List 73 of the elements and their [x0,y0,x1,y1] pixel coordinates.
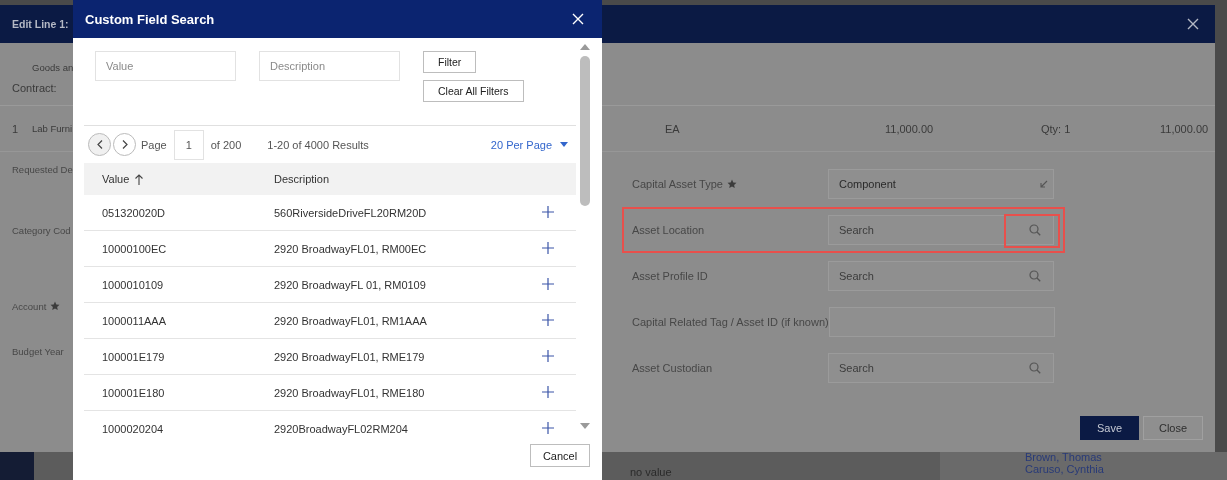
field-label: Account [12,300,47,312]
item-name: Lab Furni [32,123,74,134]
filter-field[interactable]: Description [259,51,400,81]
table-cell: 2920 BroadwayFL 01, RM0109 [274,278,426,291]
dialog-title: Edit Line 1: [12,18,69,30]
table-cell: 2920 BroadwayFL01, RM00EC [274,242,427,255]
table-cell: 1000010109 [102,278,164,291]
star-icon [50,301,61,311]
sort-arrow-icon[interactable] [135,173,144,185]
star-icon [726,179,737,189]
table-cell: 10000100EC [102,242,167,255]
search-icon[interactable] [1029,224,1041,236]
arrow-icon [1039,179,1049,189]
save-button[interactable]: Save [1080,416,1139,440]
field-label: Requested De [12,163,73,175]
search-icon[interactable] [1029,270,1041,282]
table-cell: 2920 BroadwayFL01, RM1AAA [274,314,427,327]
field-label: Category Cod [12,224,71,236]
table-cell: 100001E179 [102,350,165,363]
search-field[interactable]: Search [828,353,1054,383]
column-header[interactable]: Description [274,173,330,185]
table-cell: 051320020D [102,206,165,219]
search-icon[interactable] [1029,362,1041,374]
page-count: of 200 [210,138,242,151]
field-label: Capital Related Tag / Asset ID (if known) [632,316,829,328]
table-cell: 100001E180 [102,386,165,399]
page-label: Page [141,138,167,151]
chevron-left-icon [96,140,103,149]
field-label: Asset Profile ID [632,270,708,282]
table-cell: 2920BroadwayFL02RM204 [274,422,408,435]
filter-button[interactable]: Filter [423,51,477,73]
field-label: Budget Year [12,345,64,357]
line-number: 1 [12,122,20,135]
cancel-button[interactable]: Cancel [530,444,590,467]
add-icon[interactable] [542,241,554,254]
search-field[interactable]: Search [828,215,1054,245]
search-field[interactable]: Search [828,261,1054,291]
field-label: Asset Custodian [632,362,713,374]
total-text: 11,000.00 [1160,122,1209,135]
unit-text: EA [665,122,681,135]
add-icon[interactable] [542,313,554,326]
table-cell: 1000011AAA [102,314,167,327]
person-name: Brown, Thomas [1025,451,1102,463]
filter-field[interactable]: Value [95,51,236,81]
close-icon[interactable] [1187,18,1199,30]
column-header[interactable]: Value [102,173,130,185]
field-label: Asset Location [632,224,705,236]
previous-page-button[interactable] [88,133,111,156]
add-icon[interactable] [542,205,554,218]
per-page-dropdown[interactable]: 20 Per Page [490,138,568,151]
add-icon[interactable] [542,277,554,290]
goods-text: Goods an [32,62,74,73]
contract-label: Contract: [12,82,57,94]
table-cell: 1000020204 [102,422,164,435]
quantity-text: Qty: 1 [1041,122,1072,135]
add-icon[interactable] [542,421,554,434]
field-label: Capital Asset Type [632,178,723,190]
close-button[interactable]: Close [1143,416,1203,440]
page-input[interactable]: 1 [173,129,204,160]
select-field[interactable]: Component [828,169,1054,199]
add-icon[interactable] [542,385,554,398]
results-count: 1-20 of 4000 Results [267,138,369,151]
dialog-title: Custom Field Search [85,11,215,27]
table-cell: 2920 BroadwayFL01, RME180 [274,386,425,399]
add-icon[interactable] [542,349,554,362]
next-page-button[interactable] [113,133,136,156]
person-name: Caruso, Cynthia [1025,463,1104,475]
table-cell: 2920 BroadwayFL01, RME179 [274,350,425,363]
caret-icon [560,142,568,147]
clear-filters-button[interactable]: Clear All Filters [423,80,524,102]
chevron-right-icon [121,140,128,149]
table-cell: 560RiversideDriveFL20RM20D [274,206,427,219]
price-text: 11,000.00 [885,122,935,135]
